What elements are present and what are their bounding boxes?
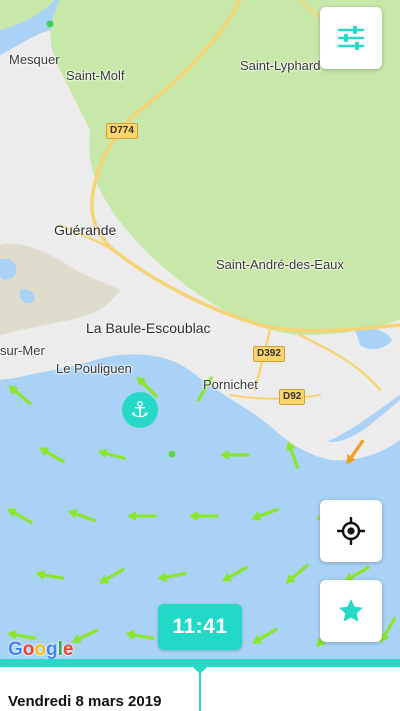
date-label: Vendredi 8 mars 2019 — [8, 693, 162, 710]
locate-button[interactable] — [320, 500, 382, 562]
time-chip[interactable]: 11:41 — [158, 604, 242, 650]
location-dot — [46, 20, 54, 28]
timeline-marker[interactable] — [199, 666, 201, 711]
place-guerande: Guérande — [54, 222, 117, 238]
anchor-marker[interactable]: ⚓ — [122, 392, 158, 428]
buoy-dot — [168, 450, 176, 458]
place-saint-lyphard: Saint-Lyphard — [240, 58, 321, 73]
place-la-baule: La Baule-Escoublac — [86, 320, 211, 336]
place-sur-mer: sur-Mer — [0, 343, 45, 358]
anchor-icon: ⚓ — [130, 397, 150, 423]
road-label-d92: D92 — [279, 389, 306, 405]
google-logo: Google — [8, 639, 74, 660]
crosshair-icon — [337, 517, 365, 545]
settings-button[interactable] — [320, 7, 382, 69]
place-pornichet: Pornichet — [203, 377, 258, 392]
road-label-d774: D774 — [106, 123, 138, 139]
road-label-d392: D392 — [253, 346, 285, 362]
place-saint-andre-des-eaux: Saint-André-des-Eaux — [216, 257, 344, 272]
favorite-button[interactable] — [320, 580, 382, 642]
star-icon — [339, 599, 363, 622]
place-le-pouliguen: Le Pouliguen — [56, 361, 132, 376]
place-mesquer: Mesquer — [9, 52, 60, 67]
sliders-icon — [337, 26, 365, 50]
place-saint-molf: Saint-Molf — [66, 68, 125, 83]
